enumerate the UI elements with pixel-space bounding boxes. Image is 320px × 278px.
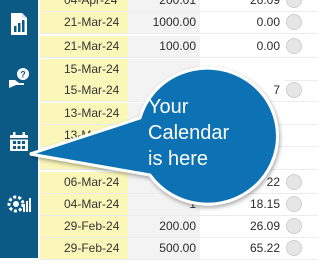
report-chart-icon[interactable] [0,4,38,44]
table-row[interactable]: 21-Mar-24 1000.00 0.00 [40,11,318,34]
date-cell: 06-Mar-24 [40,171,128,193]
table-row[interactable]: 04-Mar-24 1 18.15 [40,193,318,216]
sidebar: ? [0,0,38,269]
amount-cell: 200.01 [128,0,200,11]
date-cell: 29-Feb-24 [40,215,128,237]
amount-cell: 200.00 [128,215,200,237]
date-cell: 15-Mar-24 [40,79,128,101]
table-row[interactable]: 06-Mar-24 22 [40,171,318,194]
row-select-radio[interactable] [286,196,302,212]
amount-cell: 500.00 [128,237,200,259]
row-select-radio[interactable] [286,14,302,30]
balance-cell: 26.09 [200,215,284,237]
settings-chart-icon[interactable] [0,184,38,224]
balance-cell: 0.00 [200,11,284,33]
amount-cell: 1 [128,193,200,215]
date-cell: 13-M [40,124,128,146]
balance-cell [200,58,284,80]
callout-line-1: Your [148,96,189,118]
date-cell: 13-Mar-24 [40,102,128,124]
partial-icon[interactable] [0,238,38,278]
date-cell: 04-Apr-24 [40,0,128,11]
date-cell: 04-Mar-24 [40,193,128,215]
balance-cell: 65.22 [200,237,284,259]
help-hand-icon[interactable]: ? [0,58,38,98]
amount-cell: 1000.00 [128,11,200,33]
balance-cell: 26.09 [200,0,284,11]
amount-cell [128,58,200,80]
row-select-radio[interactable] [286,218,302,234]
amount-cell [128,171,200,193]
callout-line-3: is here [148,148,209,170]
balance-cell: 0.00 [200,35,284,57]
row-select-radio[interactable] [286,174,302,190]
table-row[interactable]: 21-Mar-24 100.00 0.00 [40,35,318,58]
callout-text: Your Calendar is here [148,94,278,172]
row-select-radio[interactable] [286,38,302,54]
table-row[interactable]: 29-Feb-24 200.00 26.09 [40,215,318,238]
date-cell: 21-Mar-24 [40,35,128,57]
date-cell: 21-Mar-24 [40,11,128,33]
table-row[interactable]: 15-Mar-24 [40,58,318,81]
date-cell: 15-Mar-24 [40,58,128,80]
row-select-radio[interactable] [286,0,302,8]
calendar-icon[interactable] [0,122,38,162]
balance-cell: 18.15 [200,193,284,215]
row-select-radio[interactable] [286,82,302,98]
svg-text:?: ? [20,70,26,80]
amount-cell: 100.00 [128,35,200,57]
callout-line-2: Calendar [148,122,230,144]
balance-cell: 22 [200,171,284,193]
date-cell: 13-Mar-24 [40,147,128,169]
table-row[interactable]: 29-Feb-24 500.00 65.22 [40,237,318,260]
row-select-radio[interactable] [286,240,302,256]
date-cell: 29-Feb-24 [40,237,128,259]
